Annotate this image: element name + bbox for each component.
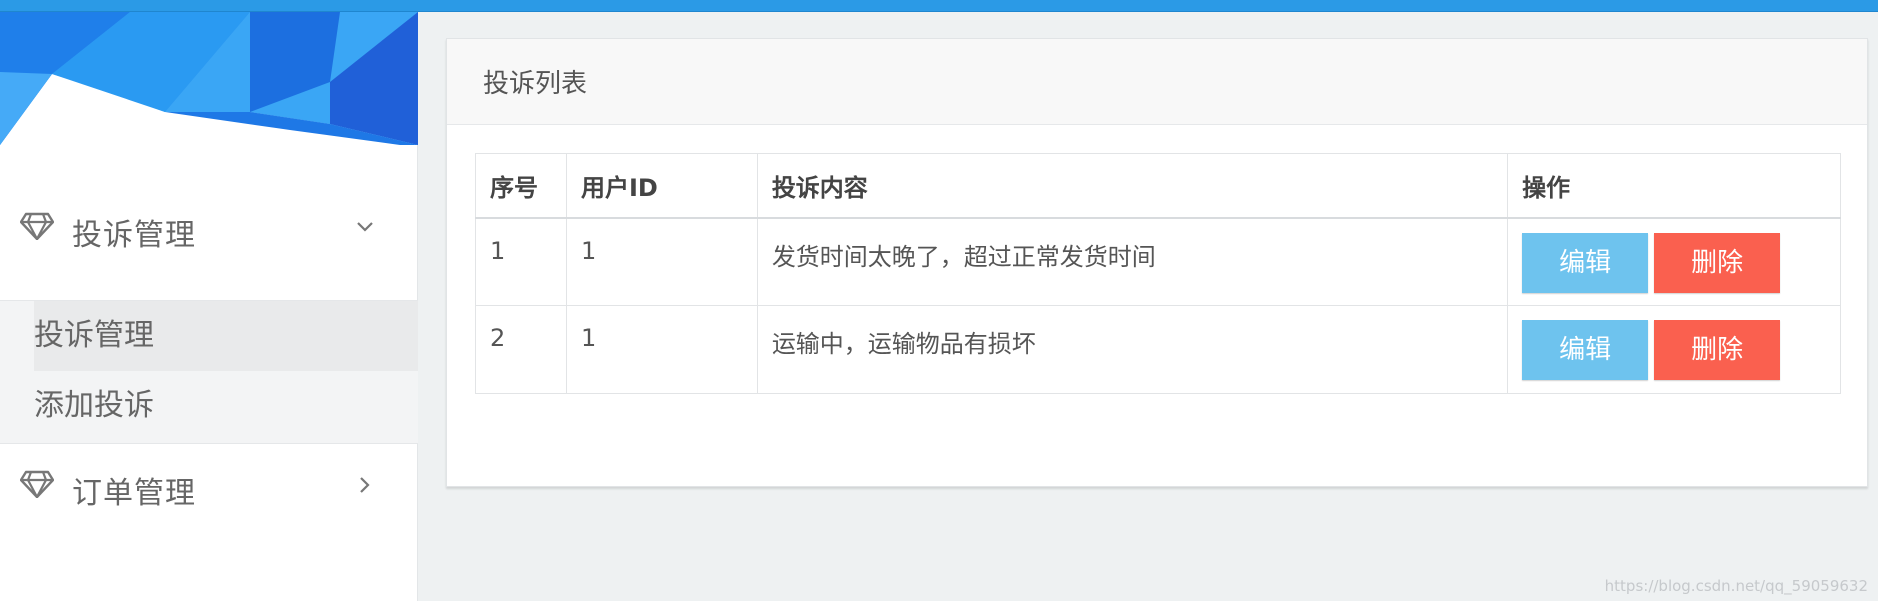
panel-header: 投诉列表 xyxy=(447,39,1867,125)
table-row: 2 1 运输中，运输物品有损坏 编辑 删除 xyxy=(475,305,1841,394)
sidebar-banner xyxy=(0,12,418,152)
submenu: 投诉管理 添加投诉 xyxy=(0,301,418,443)
column-header-user-id: 用户ID xyxy=(565,153,758,219)
table-row: 1 1 发货时间太晚了，超过正常发货时间 编辑 删除 xyxy=(475,217,1841,306)
diamond-icon xyxy=(20,212,54,240)
submenu-item-label: 投诉管理 xyxy=(34,318,154,353)
nav-group-label: 投诉管理 xyxy=(72,218,196,253)
cell-index: 1 xyxy=(475,217,567,306)
cell-user-id: 1 xyxy=(565,217,758,306)
edit-button[interactable]: 编辑 xyxy=(1522,232,1649,293)
cell-actions: 编辑 删除 xyxy=(1507,305,1841,394)
diamond-icon xyxy=(20,470,54,498)
top-bar xyxy=(0,0,1878,12)
chevron-down-icon xyxy=(357,222,373,232)
complaint-table: 序号 用户ID 投诉内容 操作 1 1 发货时间太晚了，超过正常发货时间 编辑删… xyxy=(475,153,1841,394)
nav-group-label: 订单管理 xyxy=(72,476,196,511)
submenu-item-add-complaint[interactable]: 添加投诉 xyxy=(34,371,418,441)
column-header-content: 投诉内容 xyxy=(756,153,1509,219)
divider xyxy=(0,443,418,444)
submenu-item-label: 添加投诉 xyxy=(34,388,154,423)
cell-index: 2 xyxy=(475,305,567,394)
nav-group-complaint[interactable]: 投诉管理 xyxy=(0,190,418,260)
column-header-index: 序号 xyxy=(475,153,567,219)
cell-actions: 编辑 删除 xyxy=(1507,217,1841,306)
cell-content: 发货时间太晚了，超过正常发货时间 xyxy=(756,217,1509,306)
submenu-item-complaint-management[interactable]: 投诉管理 xyxy=(34,301,418,371)
chevron-right-icon xyxy=(360,477,370,493)
delete-button[interactable]: 删除 xyxy=(1654,320,1781,380)
panel-title: 投诉列表 xyxy=(483,69,588,99)
edit-button[interactable]: 编辑 xyxy=(1522,320,1649,380)
watermark: https://blog.csdn.net/qq_59059632 xyxy=(1604,577,1868,595)
complaint-list-panel: 投诉列表 序号 用户ID 投诉内容 操作 1 1 发货时间太晚了，超过正常发货时… xyxy=(446,38,1868,487)
cell-user-id: 1 xyxy=(565,305,758,394)
sidebar: 投诉管理 投诉管理 添加投诉 订单管理 xyxy=(0,12,418,601)
table-header-row: 序号 用户ID 投诉内容 操作 xyxy=(475,153,1841,219)
cell-content: 运输中，运输物品有损坏 xyxy=(756,305,1509,394)
polygon-banner-image xyxy=(0,12,418,145)
nav-group-order[interactable]: 订单管理 xyxy=(0,448,418,518)
column-header-actions: 操作 xyxy=(1507,153,1841,219)
delete-button[interactable]: 删除 xyxy=(1654,232,1781,293)
